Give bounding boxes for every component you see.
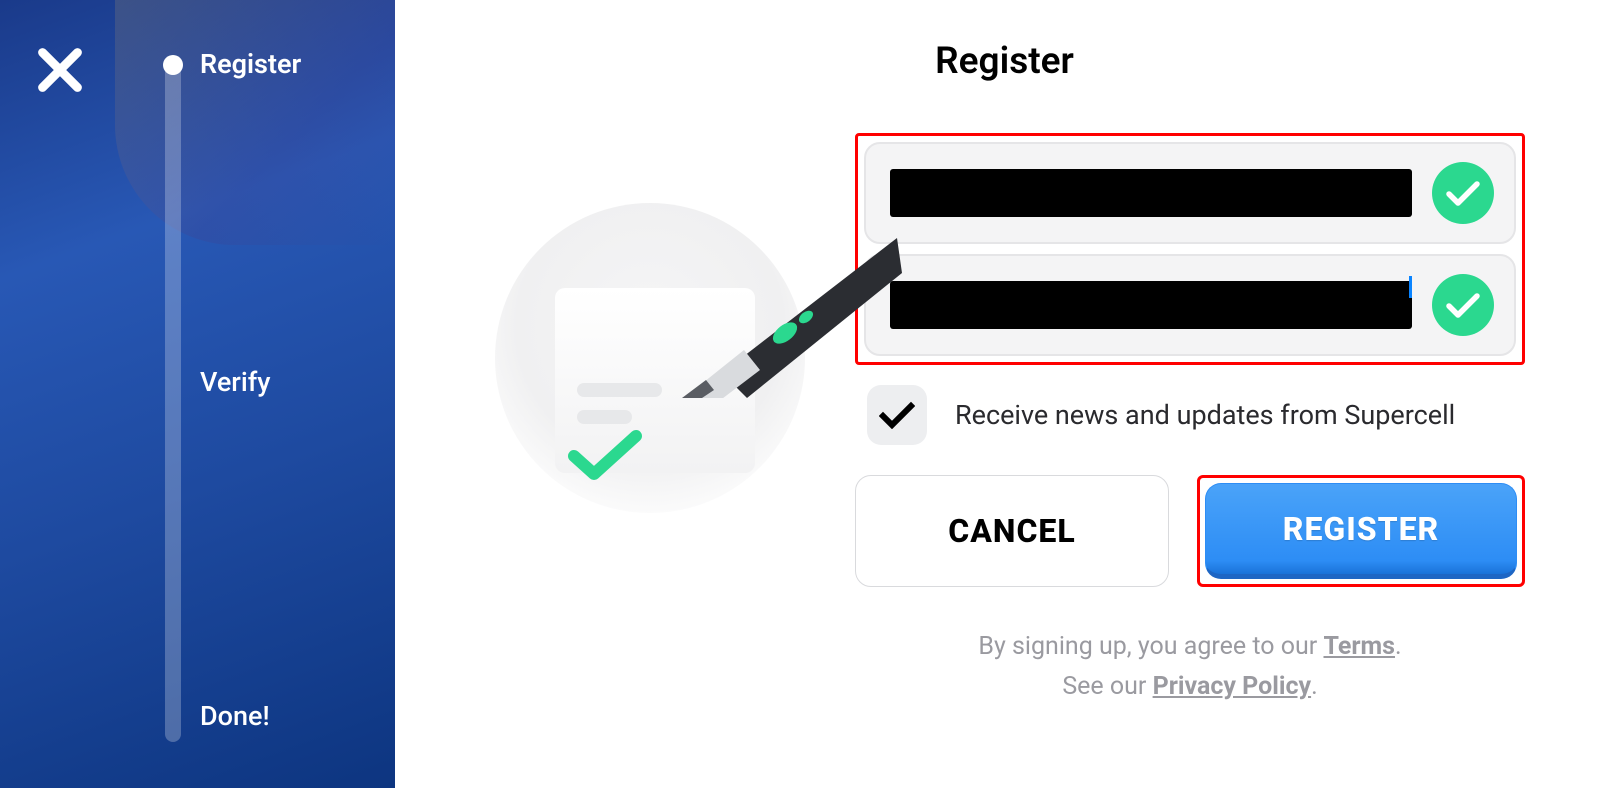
close-button[interactable] bbox=[35, 45, 85, 95]
text-caret bbox=[1409, 276, 1412, 298]
register-button[interactable]: REGISTER bbox=[1205, 483, 1517, 579]
newsletter-checkbox-label: Receive news and updates from Supercell bbox=[955, 399, 1455, 431]
step-register: Register bbox=[200, 48, 301, 80]
step-done: Done! bbox=[200, 700, 270, 732]
checkmark-icon bbox=[1445, 179, 1481, 207]
register-button-label: REGISTER bbox=[1283, 510, 1439, 548]
checkmark-icon bbox=[879, 401, 915, 429]
checkmark-icon bbox=[568, 428, 643, 483]
content-row: Receive news and updates from Supercell … bbox=[455, 133, 1554, 707]
sidebar-bg-art bbox=[115, 0, 395, 245]
privacy-link[interactable]: Privacy Policy bbox=[1153, 672, 1311, 701]
step-verify: Verify bbox=[200, 366, 271, 398]
progress-current-dot bbox=[163, 55, 183, 75]
checkmark-icon bbox=[1445, 291, 1481, 319]
annotation-highlight-register: REGISTER bbox=[1197, 475, 1525, 587]
confirm-email-field[interactable] bbox=[864, 254, 1516, 356]
page-title: Register bbox=[455, 40, 1554, 83]
email-field[interactable] bbox=[864, 142, 1516, 244]
button-row: CANCEL REGISTER bbox=[855, 475, 1525, 587]
main-panel: Register bbox=[395, 0, 1614, 788]
register-illustration bbox=[495, 203, 805, 513]
cancel-button[interactable]: CANCEL bbox=[855, 475, 1169, 587]
annotation-highlight-inputs bbox=[855, 133, 1525, 365]
valid-badge bbox=[1432, 162, 1494, 224]
form-column: Receive news and updates from Supercell … bbox=[855, 133, 1525, 707]
legal-text: By signing up, you agree to our Terms. S… bbox=[855, 627, 1525, 707]
email-input-value-redacted bbox=[890, 169, 1412, 217]
terms-link[interactable]: Terms bbox=[1323, 632, 1395, 661]
close-icon bbox=[35, 45, 85, 95]
valid-badge bbox=[1432, 274, 1494, 336]
pen-icon bbox=[652, 238, 902, 398]
sidebar: Register Verify Done! bbox=[0, 0, 395, 788]
progress-track bbox=[165, 62, 181, 742]
newsletter-checkbox-row: Receive news and updates from Supercell bbox=[867, 385, 1525, 445]
confirm-email-input-value-redacted bbox=[890, 281, 1412, 329]
cancel-button-label: CANCEL bbox=[948, 512, 1075, 550]
